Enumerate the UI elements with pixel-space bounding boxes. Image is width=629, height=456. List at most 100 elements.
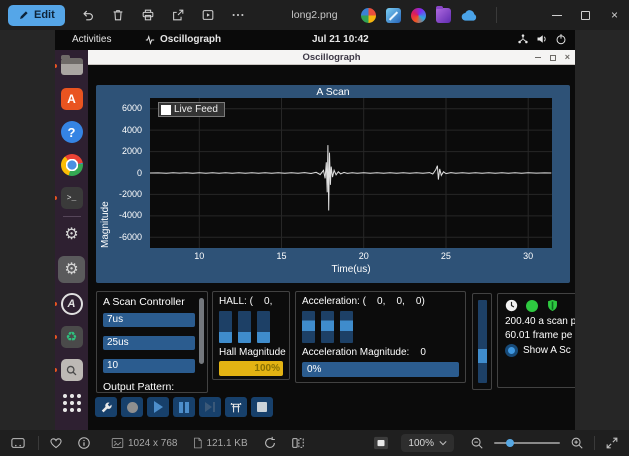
dock-item-chrome[interactable]: [60, 153, 84, 177]
pen-icon: [18, 10, 29, 21]
colorwheel-icon[interactable]: [361, 8, 376, 23]
edit-button-label: Edit: [34, 9, 55, 21]
zoom-level-dropdown[interactable]: 100%: [401, 434, 454, 452]
close-icon[interactable]: ×: [565, 53, 570, 62]
app-grid-icon: [63, 394, 81, 412]
oscillograph-titlebar[interactable]: Oscillograph ×: [88, 50, 575, 65]
dock-item-software[interactable]: A: [60, 87, 84, 111]
dimensions-icon: [111, 437, 124, 449]
fullscreen-icon[interactable]: [605, 436, 619, 450]
acceleration-slider-z[interactable]: [340, 311, 353, 343]
zoom-slider-thumb[interactable]: [506, 439, 514, 447]
window-controls: ×: [542, 0, 629, 30]
acceleration-header: Acceleration: ( 0, 0, 0): [302, 296, 459, 307]
radio-icon[interactable]: [505, 344, 518, 357]
show-a-scan-option[interactable]: Show A Sc: [505, 344, 575, 357]
green-status-icon: [526, 300, 538, 312]
focused-app-indicator[interactable]: Oscillograph: [145, 34, 221, 45]
stop-icon: [257, 402, 267, 412]
minimize-button[interactable]: [542, 0, 571, 30]
acceleration-magnitude-label: Acceleration Magnitude: 0: [302, 347, 459, 358]
panel-scrollbar[interactable]: [199, 298, 204, 364]
close-button[interactable]: ×: [600, 0, 629, 30]
filename-title: long2.png: [291, 0, 337, 30]
edge-browser-icon[interactable]: [411, 8, 426, 23]
zoom-slider[interactable]: [494, 442, 560, 444]
fit-to-window-icon[interactable]: [373, 436, 389, 450]
activities-button[interactable]: Activities: [72, 34, 111, 45]
controller-field-2[interactable]: 25us: [103, 336, 195, 350]
acceleration-sliders: [302, 311, 459, 343]
info-icon[interactable]: [77, 436, 91, 450]
controller-field-1[interactable]: 7us: [103, 313, 195, 327]
clock[interactable]: Jul 21 10:42: [312, 34, 369, 45]
dock-item-oscillograph[interactable]: A: [60, 292, 84, 316]
hall-slider-y[interactable]: [238, 311, 251, 343]
oscillograph-toolbar: [95, 397, 273, 417]
filmstrip-icon[interactable]: [10, 436, 26, 450]
x-tick-label: 25: [434, 251, 458, 261]
undo-icon[interactable]: [73, 3, 103, 27]
hall-slider-x[interactable]: [219, 311, 232, 343]
acceleration-slider-y[interactable]: [321, 311, 334, 343]
slider-thumb[interactable]: [478, 349, 487, 363]
slideshow-icon[interactable]: [193, 3, 223, 27]
edit-button[interactable]: Edit: [8, 5, 65, 26]
settings-wrench-button[interactable]: [95, 397, 117, 417]
file-size: 121.1 KB: [192, 437, 248, 449]
delete-icon[interactable]: [103, 3, 133, 27]
cloud-icon[interactable]: [461, 9, 478, 22]
dock-item-trash[interactable]: ♻: [60, 325, 84, 349]
hall-slider-z[interactable]: [257, 311, 270, 343]
play-button[interactable]: [147, 397, 169, 417]
rotate-view-icon[interactable]: [263, 436, 277, 450]
dock-item-show-applications[interactable]: [60, 391, 84, 415]
compare-icon[interactable]: [291, 436, 305, 450]
record-button[interactable]: [121, 397, 143, 417]
viewer-canvas: Activities Oscillograph Jul 21 10:42 A ?: [0, 30, 629, 430]
gate-icon: [229, 401, 243, 414]
x-tick-label: 10: [187, 251, 211, 261]
oscillograph-dock-icon: A: [61, 293, 83, 315]
stop-button[interactable]: [251, 397, 273, 417]
waveform: [150, 98, 552, 248]
pause-button[interactable]: [173, 397, 195, 417]
gate-button[interactable]: [225, 397, 247, 417]
restore-icon[interactable]: [550, 55, 556, 61]
skip-end-button[interactable]: [199, 397, 221, 417]
y-tick-label: -2000: [98, 189, 142, 199]
ubuntu-software-icon: A: [61, 88, 83, 110]
more-options-icon[interactable]: [223, 3, 253, 27]
dock-item-terminal[interactable]: >_: [60, 186, 84, 210]
dock-item-search[interactable]: [60, 358, 84, 382]
checkbox-icon[interactable]: [161, 105, 171, 115]
plot-area[interactable]: [150, 98, 552, 248]
dock-item-settings[interactable]: ⚙: [60, 223, 84, 247]
purple-folder-icon[interactable]: [436, 8, 451, 23]
minimize-icon[interactable]: [535, 57, 541, 58]
system-status-area[interactable]: [517, 33, 567, 45]
skip-end-icon: [205, 402, 215, 412]
x-tick-label: 30: [516, 251, 540, 261]
dock-item-settings-active[interactable]: ⚙: [58, 256, 85, 283]
legend-live-feed[interactable]: Live Feed: [158, 102, 225, 117]
share-icon[interactable]: [163, 3, 193, 27]
blue-app-icon[interactable]: [386, 8, 401, 23]
controller-field-3[interactable]: 10: [103, 359, 195, 373]
photos-viewer-window: Edit long2.png × Activities: [0, 0, 629, 456]
slider-track[interactable]: [478, 300, 487, 383]
gear-icon: ⚙: [64, 262, 78, 278]
maximize-button[interactable]: [571, 0, 600, 30]
acceleration-slider-x[interactable]: [302, 311, 315, 343]
dock-item-files[interactable]: [60, 54, 84, 78]
gain-slider-panel: [472, 293, 492, 390]
dock-item-help[interactable]: ?: [60, 120, 84, 144]
favorite-heart-icon[interactable]: [49, 436, 63, 450]
zoom-out-icon[interactable]: [470, 436, 484, 450]
zoom-in-icon[interactable]: [570, 436, 584, 450]
y-tick-label: -6000: [98, 232, 142, 242]
x-tick-label: 20: [352, 251, 376, 261]
running-indicator: [55, 64, 57, 68]
print-icon[interactable]: [133, 3, 163, 27]
file-icon: [192, 437, 203, 449]
